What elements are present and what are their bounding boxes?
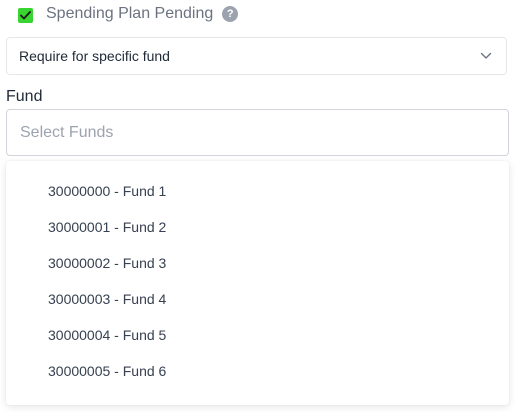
fund-search-input[interactable] bbox=[6, 109, 509, 156]
fund-dropdown: 30000000 - Fund 1 30000001 - Fund 2 3000… bbox=[6, 161, 509, 405]
fund-option[interactable]: 30000003 - Fund 4 bbox=[6, 281, 509, 317]
fund-option[interactable]: 30000004 - Fund 5 bbox=[6, 317, 509, 353]
fund-option[interactable]: 30000001 - Fund 2 bbox=[6, 209, 509, 245]
help-icon[interactable]: ? bbox=[222, 6, 239, 22]
spending-plan-pending-label: Spending Plan Pending bbox=[46, 5, 214, 22]
fund-label: Fund bbox=[6, 88, 43, 105]
chevron-down-icon bbox=[480, 52, 492, 59]
fund-option[interactable]: 30000005 - Fund 6 bbox=[6, 353, 509, 389]
fund-option[interactable]: 30000000 - Fund 1 bbox=[6, 173, 509, 209]
spending-plan-pending-row: Spending Plan Pending ? bbox=[18, 3, 239, 25]
requirement-select[interactable]: Require for specific fund bbox=[6, 37, 507, 75]
requirement-select-value: Require for specific fund bbox=[19, 48, 170, 64]
check-icon bbox=[20, 10, 31, 19]
fund-option[interactable]: 30000002 - Fund 3 bbox=[6, 245, 509, 281]
spending-plan-pending-checkbox[interactable] bbox=[18, 7, 33, 23]
